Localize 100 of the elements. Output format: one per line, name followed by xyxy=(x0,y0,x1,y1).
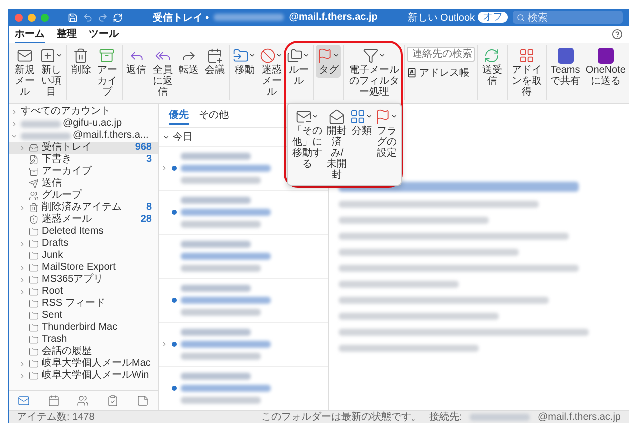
notes-nav-button[interactable] xyxy=(136,394,150,408)
archive-icon xyxy=(29,167,39,177)
folder-item[interactable]: 迷惑メール 28 xyxy=(9,214,158,226)
caret-icon xyxy=(303,52,310,59)
unread-count: 8 xyxy=(146,202,152,214)
undo-icon[interactable] xyxy=(83,12,93,22)
contact-search-field[interactable]: 連絡先の検索 xyxy=(407,47,476,62)
menu-button[interactable]: 開封済み/未開封 xyxy=(325,106,350,183)
flag-icon xyxy=(375,108,392,124)
blurred-text xyxy=(181,153,251,160)
calendar-nav-button[interactable] xyxy=(46,394,61,408)
new-outlook-toggle[interactable]: オフ xyxy=(478,12,508,23)
folder-item[interactable]: アーカイブ xyxy=(9,166,158,178)
ribbon-button[interactable]: OneNote に送る xyxy=(584,45,628,89)
zoom-icon[interactable] xyxy=(41,14,49,22)
ribbon-button[interactable]: 新しい項目 xyxy=(39,45,64,100)
folder-item[interactable]: 岐阜大学個人メールMac xyxy=(9,358,158,370)
tasks-nav-button[interactable] xyxy=(106,394,120,408)
folder-label: グループ xyxy=(42,190,82,202)
folder-label: 送信 xyxy=(42,178,62,190)
folder-item[interactable]: Drafts xyxy=(9,238,158,250)
menu-button[interactable]: 「その他」に移動する xyxy=(290,106,326,183)
inbox-icon xyxy=(29,143,39,153)
redacted-text xyxy=(470,414,530,420)
ribbon-button[interactable]: 送受信 xyxy=(480,45,504,89)
caret-icon xyxy=(378,52,386,59)
sync-icon[interactable] xyxy=(113,12,123,22)
account-item[interactable]: @gifu-u.ac.jp xyxy=(9,118,158,130)
ribbon-button[interactable]: 電子メールのフィルター処理 xyxy=(346,45,402,100)
folder-label: 岐阜大学個人メールWin xyxy=(42,370,150,382)
folder-label: 受信トレイ xyxy=(42,142,92,154)
ribbon-button[interactable]: 迷惑メール xyxy=(259,45,284,100)
chevron-icon xyxy=(163,134,170,140)
mail-nav-button[interactable] xyxy=(16,394,31,408)
onenote-logo-icon xyxy=(598,48,614,64)
folder-item[interactable]: 受信トレイ 968 xyxy=(9,142,158,154)
inbox-tab[interactable]: その他 xyxy=(199,108,229,125)
folder-item[interactable]: 会話の履歴 xyxy=(9,346,158,358)
save-icon[interactable] xyxy=(68,12,78,22)
calendar-icon xyxy=(207,48,224,64)
account-item[interactable]: すべてのアカウント xyxy=(9,106,158,118)
folder-item[interactable]: MailStore Export xyxy=(9,262,158,274)
caret-icon xyxy=(366,113,374,120)
item-count: アイテム数: 1478 xyxy=(17,411,95,423)
folder-item[interactable]: 削除済みアイテム 8 xyxy=(9,202,158,214)
menu-button[interactable]: フラグの設定 xyxy=(374,106,400,183)
caret-icon xyxy=(56,52,64,59)
ribbon-button[interactable]: ルール xyxy=(286,45,312,89)
ribbon-button[interactable]: 新規メール xyxy=(13,45,38,100)
folder-icon xyxy=(29,335,39,345)
blurred-text xyxy=(181,197,251,204)
folder-icon xyxy=(29,299,39,309)
ribbon-button[interactable]: タグ xyxy=(316,45,342,78)
minimize-icon[interactable] xyxy=(28,14,36,22)
folder-label: Junk xyxy=(42,250,64,262)
ribbon-tab[interactable]: ツール xyxy=(89,26,119,44)
folder-label: アーカイブ xyxy=(42,166,92,178)
ribbon-button[interactable]: 全員に返信 xyxy=(150,45,175,100)
folder-move-icon xyxy=(233,48,250,64)
help-icon[interactable] xyxy=(612,29,623,40)
folder-item[interactable]: Thunderbird Mac xyxy=(9,322,158,334)
folder-item[interactable]: 岐阜大学個人メールWin xyxy=(9,370,158,382)
menu-button[interactable]: 分類 xyxy=(349,106,374,183)
folder-item[interactable]: Deleted Items xyxy=(9,226,158,238)
folder-item[interactable]: MS365アプリ xyxy=(9,274,158,286)
inbox-tab[interactable]: 優先 xyxy=(169,108,189,125)
ribbon-button[interactable]: Teams で共有 xyxy=(549,45,582,89)
ribbon-button[interactable]: 会議 xyxy=(203,45,228,78)
folder-label: 削除済みアイテム xyxy=(42,202,122,214)
folder-item[interactable]: Root xyxy=(9,286,158,298)
people-nav-button[interactable] xyxy=(76,394,90,408)
ribbon-tab[interactable]: 整理 xyxy=(57,26,77,44)
folder-item[interactable]: Sent xyxy=(9,310,158,322)
folder-item[interactable]: Trash xyxy=(9,334,158,346)
folder-item[interactable]: RSS フィード xyxy=(9,298,158,310)
group-icon xyxy=(29,191,39,201)
address-book-button[interactable]: アドレス帳 xyxy=(407,66,476,80)
ribbon-button[interactable]: アーカイブ xyxy=(95,45,120,100)
redo-icon[interactable] xyxy=(98,12,108,22)
account-label: @mail.f.thers.a... xyxy=(73,130,149,142)
folder-item[interactable]: 下書き 3 xyxy=(9,154,158,166)
close-icon[interactable] xyxy=(15,14,23,22)
sync-icon xyxy=(484,48,500,64)
ribbon-button[interactable]: 転送 xyxy=(176,45,202,78)
account-item[interactable]: @mail.f.thers.a... xyxy=(9,130,158,142)
folder-label: Root xyxy=(42,286,64,298)
folder-item[interactable]: Junk xyxy=(9,250,158,262)
folder-icon xyxy=(29,359,39,369)
account-address: @mail.f.thers.ac.jp xyxy=(289,12,378,23)
ribbon-button[interactable]: 移動 xyxy=(232,45,258,78)
folder-icon xyxy=(29,311,39,321)
ribbon-button[interactable]: 返信 xyxy=(124,45,149,78)
folder-item[interactable]: グループ xyxy=(9,190,158,202)
folder-label: Thunderbird Mac xyxy=(42,322,118,334)
folder-item[interactable]: 送信 xyxy=(9,178,158,190)
redacted-text xyxy=(21,132,71,140)
ribbon-button[interactable]: 削除 xyxy=(69,45,94,78)
ribbon-button[interactable]: アドインを取得 xyxy=(510,45,544,100)
chevron-icon xyxy=(19,204,26,212)
draft-icon xyxy=(29,155,39,165)
